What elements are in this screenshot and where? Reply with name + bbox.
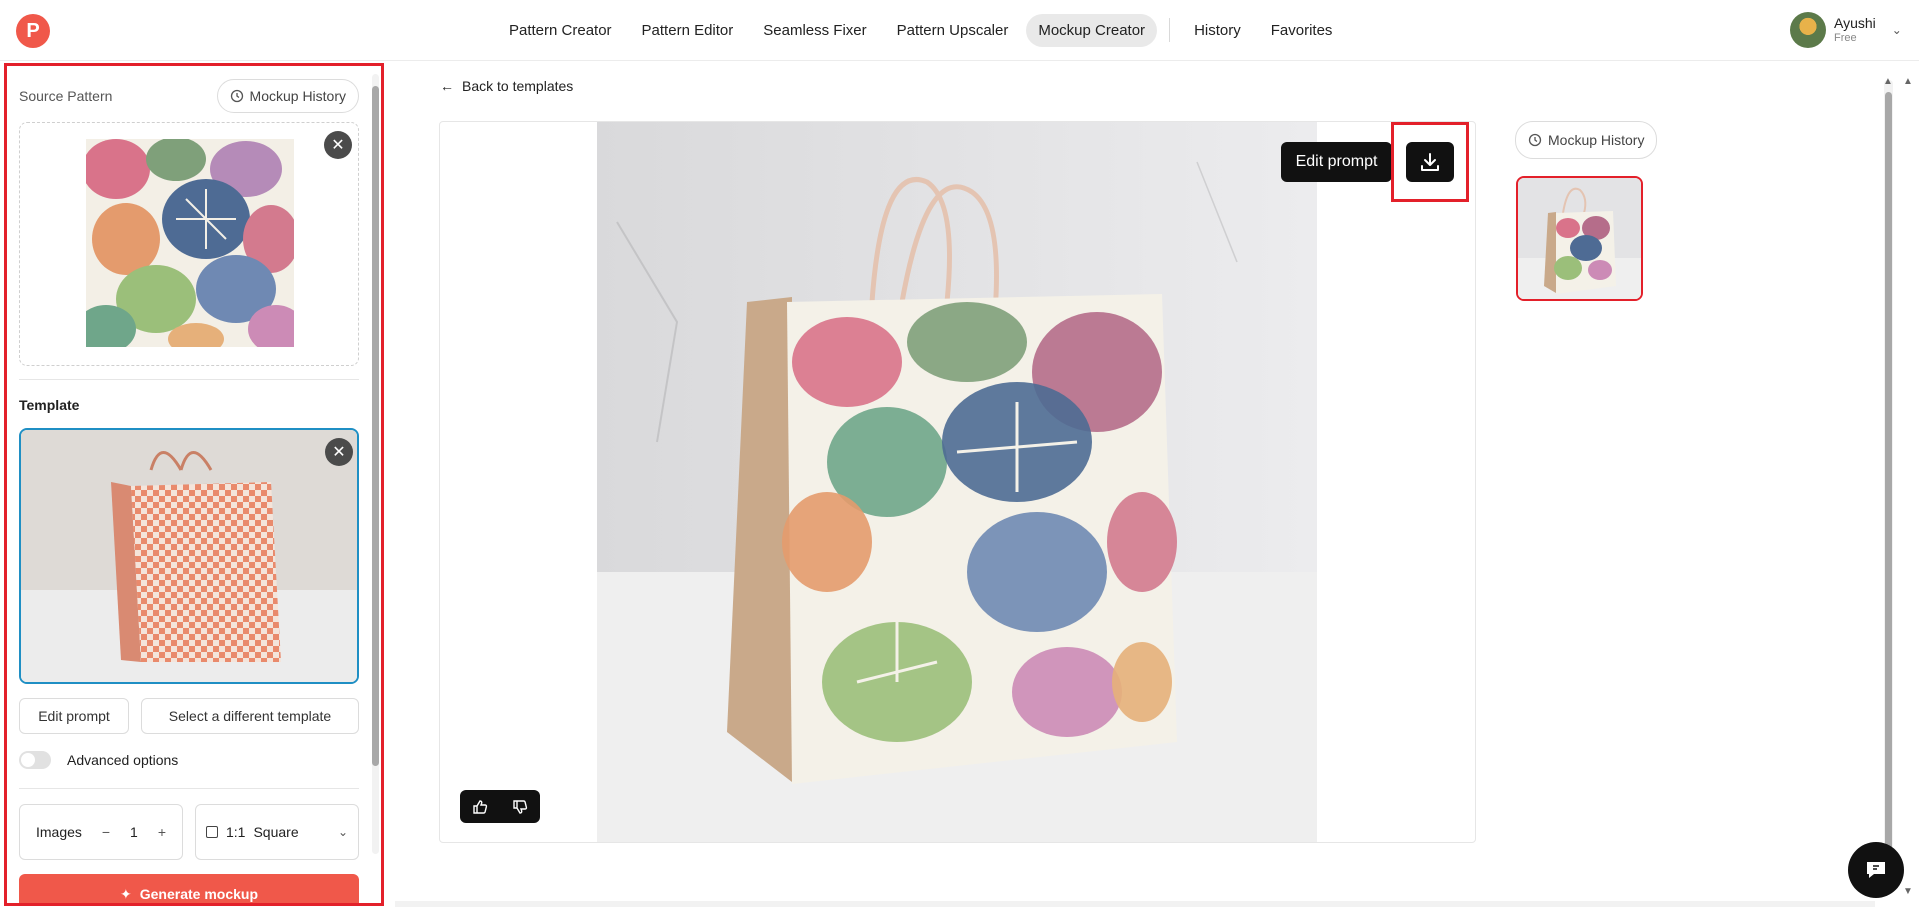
- nav-seamless-fixer[interactable]: Seamless Fixer: [751, 14, 878, 47]
- left-panel: Source Pattern Mockup History ✕ Template…: [4, 63, 384, 906]
- nav-divider: [1169, 18, 1171, 42]
- select-template-button[interactable]: Select a different template: [141, 698, 359, 734]
- scroll-up-icon[interactable]: ▲: [1883, 76, 1893, 87]
- edit-prompt-chip[interactable]: Edit prompt: [1281, 142, 1392, 182]
- user-name: Ayushi: [1834, 15, 1876, 31]
- advanced-options-label: Advanced options: [67, 752, 179, 768]
- mockup-history-label: Mockup History: [1548, 132, 1645, 148]
- mockup-preview-image: [597, 122, 1317, 842]
- nav-pattern-editor[interactable]: Pattern Editor: [630, 14, 746, 47]
- nav-history[interactable]: History: [1182, 14, 1253, 47]
- close-icon: ✕: [332, 444, 346, 461]
- chevron-down-icon: ⌄: [337, 825, 348, 839]
- aspect-ratio-select[interactable]: 1:1 Square ⌄: [195, 804, 359, 860]
- divider: [19, 379, 359, 380]
- nav-favorites[interactable]: Favorites: [1259, 14, 1345, 47]
- divider: [19, 788, 359, 789]
- thumbs-down-icon[interactable]: [512, 799, 528, 815]
- remove-template-button[interactable]: ✕: [325, 438, 353, 466]
- left-scrollbar-thumb[interactable]: [372, 86, 379, 766]
- generation-settings: Images − 1 + 1:1 Square ⌄: [19, 804, 359, 860]
- generate-mockup-button[interactable]: ✦ Generate mockup: [19, 874, 359, 903]
- aspect-ratio-value: 1:1: [226, 824, 246, 840]
- source-pattern-label: Source Pattern: [19, 88, 113, 104]
- template-actions: Edit prompt Select a different template: [19, 698, 359, 734]
- back-label: Back to templates: [462, 78, 574, 94]
- chat-icon: [1867, 862, 1885, 878]
- chat-button[interactable]: [1848, 842, 1904, 898]
- source-pattern-image: [86, 139, 294, 347]
- top-navbar: P Pattern Creator Pattern Editor Seamles…: [0, 0, 1919, 61]
- generate-mockup-label: Generate mockup: [139, 886, 258, 902]
- square-icon: [206, 826, 218, 838]
- download-icon: [1421, 153, 1439, 171]
- nav-pattern-upscaler[interactable]: Pattern Upscaler: [885, 14, 1021, 47]
- mockup-history-button[interactable]: Mockup History: [216, 79, 359, 113]
- advanced-options-row: Advanced options: [19, 751, 178, 769]
- main-scrollbar-thumb[interactable]: [1885, 92, 1892, 882]
- minus-icon[interactable]: −: [102, 824, 110, 840]
- mockup-history-thumbnail[interactable]: [1516, 176, 1643, 301]
- images-stepper: Images − 1 +: [19, 804, 183, 860]
- sparkle-icon: ✦: [120, 885, 132, 902]
- source-header: Source Pattern Mockup History: [19, 78, 359, 114]
- images-count: 1: [130, 824, 138, 840]
- arrow-left-icon: ←: [440, 78, 454, 94]
- download-button[interactable]: [1406, 142, 1454, 182]
- scroll-down-icon[interactable]: ▼: [1903, 886, 1913, 897]
- template-image: [21, 430, 357, 682]
- mockup-history-button-right[interactable]: Mockup History: [1515, 121, 1658, 159]
- thumbs-up-icon[interactable]: [472, 799, 488, 815]
- history-icon: [1528, 133, 1542, 147]
- nav-mockup-creator[interactable]: Mockup Creator: [1026, 13, 1158, 47]
- user-menu[interactable]: Ayushi Free ⌄: [1790, 12, 1902, 48]
- main-nav: Pattern Creator Pattern Editor Seamless …: [497, 13, 1344, 47]
- app-logo[interactable]: P: [16, 14, 50, 48]
- mockup-history-label: Mockup History: [249, 88, 346, 104]
- back-to-templates-link[interactable]: ← Back to templates: [440, 78, 573, 94]
- aspect-ratio-name: Square: [253, 824, 299, 840]
- avatar[interactable]: [1790, 12, 1826, 48]
- images-label: Images: [36, 824, 82, 840]
- chevron-down-icon[interactable]: ⌄: [1892, 23, 1902, 37]
- remove-source-button[interactable]: ✕: [324, 131, 352, 159]
- source-pattern-dropzone[interactable]: ✕: [19, 122, 359, 366]
- template-card[interactable]: ✕: [19, 428, 359, 684]
- edit-prompt-button[interactable]: Edit prompt: [19, 698, 129, 734]
- feedback-buttons: [460, 790, 540, 823]
- template-label: Template: [19, 397, 80, 413]
- advanced-options-toggle[interactable]: [19, 751, 51, 769]
- user-plan: Free: [1834, 32, 1857, 44]
- close-icon: ✕: [331, 137, 345, 154]
- nav-pattern-creator[interactable]: Pattern Creator: [497, 14, 624, 47]
- history-icon: [230, 89, 243, 103]
- scroll-up-icon[interactable]: ▲: [1903, 76, 1913, 87]
- horizontal-scrollbar[interactable]: [395, 901, 1875, 907]
- plus-icon[interactable]: +: [158, 824, 166, 840]
